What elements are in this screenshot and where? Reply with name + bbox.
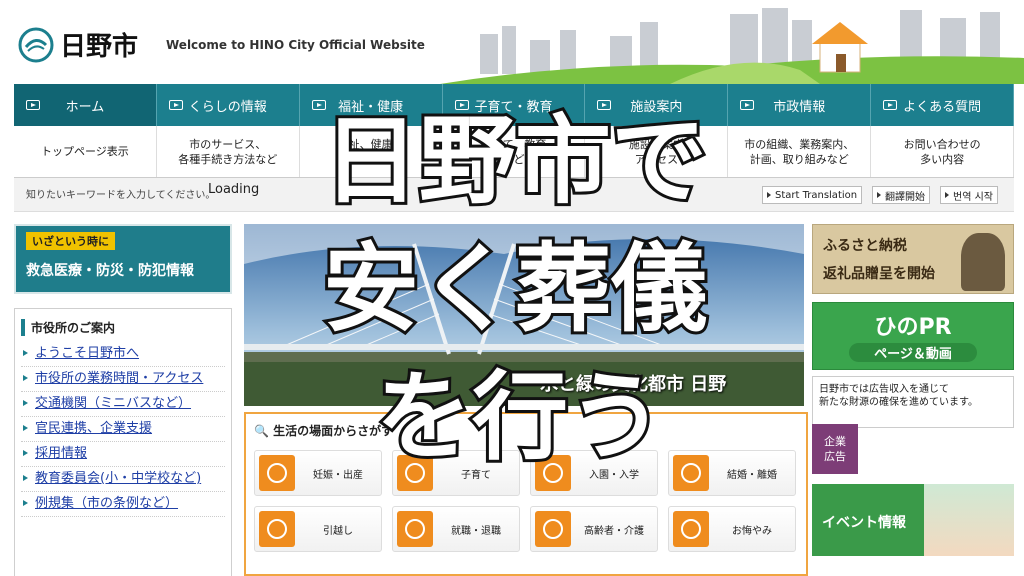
city-emblem-icon (18, 27, 54, 62)
guide-link[interactable]: 教育委員会(小・中学校など) (21, 467, 225, 492)
search-bar: 知りたいキーワードを入力してください。 Loading Start Transl… (14, 178, 1014, 212)
life-moving-button[interactable]: 引越し (254, 506, 382, 552)
translate-ko-button[interactable]: 번역 시작 (940, 186, 998, 204)
translate-en-button[interactable]: Start Translation (762, 186, 863, 204)
right-sidebar: ふるさと納税 返礼品贈呈を開始 ひのPR ページ＆動画 日野市では広告収入を通じ… (812, 224, 1014, 576)
play-icon (740, 100, 755, 110)
life-marriage-button[interactable]: 結婚・離婚 (668, 450, 796, 496)
nav-label: 子育て・教育 (474, 99, 553, 115)
life-scene-grid: 妊娠・出産 子育て 入園・入学 結婚・離婚 引越し 就職・退職 高齢者・介護 お… (254, 450, 800, 552)
portrait-image (961, 233, 1005, 291)
life-employment-button[interactable]: 就職・退職 (392, 506, 520, 552)
nav-childcare[interactable]: 子育て・教育 (443, 84, 586, 126)
life-school-button[interactable]: 入園・入学 (530, 450, 658, 496)
event-info-banner[interactable]: イベント情報 (812, 484, 1014, 556)
nav-desc-childcare[interactable]: 子育て、教育 など (443, 126, 586, 177)
childcare-icon (397, 455, 433, 491)
nav-desc-city-admin[interactable]: 市の組織、業務案内、 計画、取り組みなど (728, 126, 872, 177)
site-tagline: Welcome to HINO City Official Website (166, 38, 425, 52)
life-scene-title: 🔍 生活の場面からさがす (254, 424, 394, 438)
nav-facilities[interactable]: 施設案内 (585, 84, 729, 126)
guide-link[interactable]: ようこそ日野市へ (21, 342, 225, 367)
nav-desc-home[interactable]: トップページ表示 (14, 126, 157, 177)
guide-link[interactable]: 官民連携、企業支援 (21, 417, 225, 442)
guide-link[interactable]: 市役所の業務時間・アクセス (21, 367, 225, 392)
nav-desc-living[interactable]: 市のサービス、 各種手続き方法など (157, 126, 300, 177)
guide-link[interactable]: 採用情報 (21, 442, 225, 467)
ad-notice: 日野市では広告収入を通じて 新たな財源の確保を進めています。 (812, 376, 1014, 428)
condolence-icon (673, 511, 709, 547)
nav-home[interactable]: ホーム (14, 84, 157, 126)
nav-city-admin[interactable]: 市政情報 (728, 84, 872, 126)
emergency-title: 救急医療・防災・防犯情報 (26, 263, 194, 279)
header-landscape-illustration (440, 0, 1024, 84)
play-icon (883, 100, 898, 110)
nav-label: くらしの情報 (188, 99, 267, 115)
play-icon (311, 100, 326, 110)
pregnancy-icon (259, 455, 295, 491)
nav-desc-welfare[interactable]: 福祉、健康に 届出など (300, 126, 443, 177)
hero-caption: 水と緑の文化都市 日野 (540, 374, 727, 395)
play-icon (597, 100, 612, 110)
event-photo (924, 484, 1014, 556)
emergency-subtitle: いざという時に (26, 232, 115, 250)
corporate-ad-link[interactable]: 企業 広告 (812, 424, 858, 474)
life-elderly-button[interactable]: 高齢者・介護 (530, 506, 658, 552)
nav-label: 市政情報 (773, 99, 826, 115)
pr-title: ひのPR (874, 315, 952, 340)
nav-desc-faq[interactable]: お問い合わせの 多い内容 (871, 126, 1015, 177)
play-icon (454, 100, 469, 110)
search-loading-status: Loading (208, 182, 260, 197)
furusato-subtitle: 返礼品贈呈を開始 (823, 266, 935, 282)
life-condolence-button[interactable]: お悔やみ (668, 506, 796, 552)
furusato-title: ふるさと納税 (823, 238, 907, 254)
life-scene-search: 🔍 生活の場面からさがす 妊娠・出産 子育て 入園・入学 結婚・離婚 引越し 就… (244, 412, 808, 576)
emergency-info-banner[interactable]: いざという時に 救急医療・防災・防犯情報 (14, 224, 232, 294)
nav-label: 施設案内 (630, 99, 683, 115)
play-icon (168, 100, 183, 110)
event-label: イベント情報 (822, 515, 906, 531)
life-pregnancy-button[interactable]: 妊娠・出産 (254, 450, 382, 496)
nav-living[interactable]: くらしの情報 (157, 84, 300, 126)
hino-pr-banner[interactable]: ひのPR ページ＆動画 (812, 302, 1014, 370)
nav-welfare[interactable]: 福祉・健康 (300, 84, 443, 126)
guide-link[interactable]: 例規集（市の条例など） (21, 492, 225, 517)
nav-label: よくある質問 (903, 99, 982, 115)
site-header: 日野市 Welcome to HINO City Official Websit… (0, 0, 1024, 84)
nav-faq[interactable]: よくある質問 (871, 84, 1015, 126)
play-icon (26, 100, 40, 110)
search-hint: 知りたいキーワードを入力してください。 (26, 190, 216, 201)
briefcase-icon (397, 511, 433, 547)
logo-text: 日野市 (60, 32, 139, 62)
city-office-guide: 市役所のご案内 ようこそ日野市へ 市役所の業務時間・アクセス 交通機関（ミニバス… (14, 308, 232, 576)
nav-label: ホーム (65, 99, 105, 115)
nav-label: 福祉・健康 (338, 99, 404, 115)
guide-link[interactable]: 交通機関（ミニバスなど） (21, 392, 225, 417)
life-childcare-button[interactable]: 子育て (392, 450, 520, 496)
nav-desc-facilities[interactable]: 施設の案内 アクセス (585, 126, 729, 177)
nav-descriptions: トップページ表示 市のサービス、 各種手続き方法など 福祉、健康に 届出など 子… (14, 126, 1015, 178)
furusato-tax-banner[interactable]: ふるさと納税 返礼品贈呈を開始 (812, 224, 1014, 294)
elderly-icon (535, 511, 571, 547)
global-nav: ホーム くらしの情報 福祉・健康 子育て・教育 施設案内 市政情報 よくある質問 (14, 84, 1015, 126)
hero-image: 水と緑の文化都市 日野 (244, 224, 804, 406)
search-icon: 🔍 (254, 424, 269, 438)
pr-subtitle: ページ＆動画 (849, 343, 977, 362)
school-icon (535, 455, 571, 491)
heart-icon (673, 455, 709, 491)
guide-title: 市役所のご案内 (21, 319, 225, 336)
translate-zh-button[interactable]: 翻譯開始 (872, 186, 930, 204)
site-logo[interactable]: 日野市 (18, 26, 138, 63)
house-icon (259, 511, 295, 547)
left-sidebar: いざという時に 救急医療・防災・防犯情報 市役所のご案内 ようこそ日野市へ 市役… (14, 224, 232, 576)
